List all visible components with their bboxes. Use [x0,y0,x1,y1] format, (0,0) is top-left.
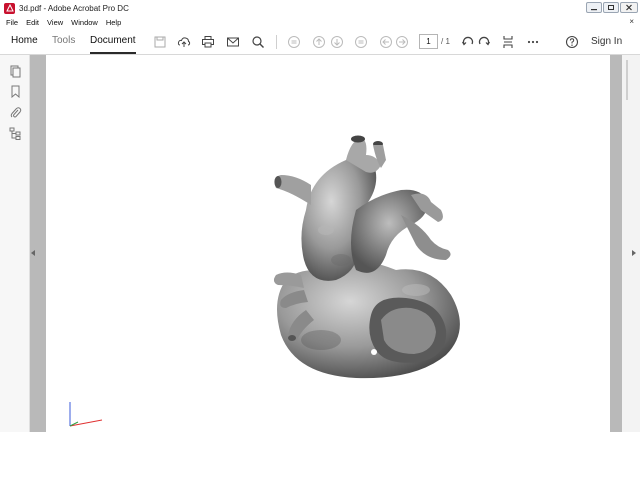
menu-edit[interactable]: Edit [26,18,39,27]
upload-icon[interactable] [176,34,192,50]
left-pane-splitter[interactable] [30,55,46,432]
marquee-zoom-icon[interactable] [500,34,516,50]
expand-right-pane-icon[interactable] [632,250,636,256]
model-tree-icon[interactable] [9,127,22,140]
fit-icon[interactable] [286,34,302,50]
tab-home[interactable]: Home [11,35,38,46]
minimize-button[interactable] [586,2,602,13]
restore-button[interactable] [603,2,619,13]
3d-axes-icon [69,402,103,427]
help-icon[interactable] [564,34,580,50]
menu-view[interactable]: View [47,18,63,27]
menu-file[interactable]: File [6,18,18,27]
next-page-icon[interactable] [329,34,345,50]
3d-heart-model[interactable] [226,130,466,385]
back-icon[interactable] [378,34,394,50]
navigation-pane [0,55,30,432]
acrobat-app-icon [4,2,15,14]
search-icon[interactable] [250,34,266,50]
rotate-cw-icon[interactable] [476,34,492,50]
acrobat-window: 3d.pdf - Adobe Acrobat Pro DC File Edit … [0,0,640,432]
page-number-input[interactable]: 1 [419,34,438,49]
more-icon[interactable] [525,34,541,50]
page-total: / 1 [441,37,450,46]
print-icon[interactable] [200,34,216,50]
tab-tools[interactable]: Tools [52,35,75,46]
rotate-ccw-icon[interactable] [460,34,476,50]
expand-left-pane-icon[interactable] [31,250,35,256]
email-icon[interactable] [225,34,241,50]
prev-page-icon[interactable] [311,34,327,50]
document-close-icon[interactable]: × [629,17,634,26]
menu-help[interactable]: Help [106,18,121,27]
toolbar: Home Tools Document 1 / 1 Sign In [0,29,640,55]
close-button[interactable] [620,2,638,13]
page-view-icon[interactable] [353,34,369,50]
window-controls [586,2,638,13]
window-title: 3d.pdf - Adobe Acrobat Pro DC [19,3,129,13]
menu-bar: File Edit View Window Help × [0,16,640,29]
document-page[interactable] [46,55,610,432]
page-thumbnails-icon[interactable] [9,65,22,78]
tab-document[interactable]: Document [90,35,136,46]
forward-icon[interactable] [394,34,410,50]
bookmarks-icon[interactable] [9,85,22,99]
active-tab-indicator [90,52,136,54]
attachments-icon[interactable] [9,106,22,119]
toolbar-separator [276,35,277,49]
save-icon[interactable] [152,34,168,50]
right-pane [622,55,640,432]
sign-in-button[interactable]: Sign In [591,36,622,47]
right-pane-splitter[interactable] [610,55,622,432]
menu-window[interactable]: Window [71,18,98,27]
scrollbar[interactable] [626,60,628,100]
title-bar: 3d.pdf - Adobe Acrobat Pro DC [0,0,640,16]
